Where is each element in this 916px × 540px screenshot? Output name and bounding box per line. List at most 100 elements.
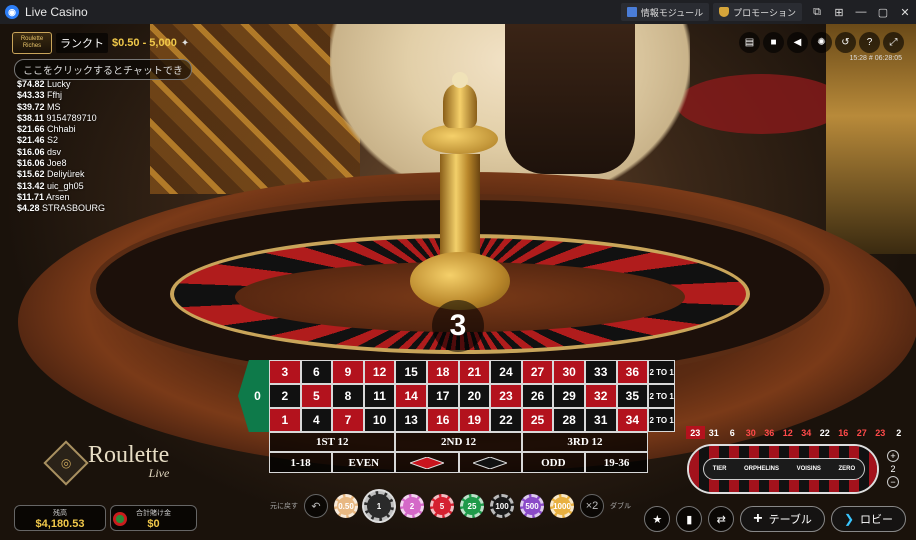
- bet-number-cell[interactable]: 34: [616, 408, 649, 432]
- plus-icon[interactable]: +: [887, 450, 899, 462]
- chip-0.50[interactable]: 0.50: [334, 494, 358, 518]
- bet-number-cell[interactable]: 31: [584, 408, 617, 432]
- racetrack-section[interactable]: VOISINS: [794, 466, 824, 472]
- rank-label[interactable]: ランクト: [56, 33, 108, 53]
- restore-icon[interactable]: ⧉: [806, 0, 828, 24]
- minimize-button[interactable]: —: [850, 0, 872, 24]
- favourite-star-icon[interactable]: ★: [644, 506, 671, 532]
- bet-number-cell[interactable]: 20: [458, 384, 491, 408]
- swap-icon[interactable]: ⇄: [708, 506, 735, 532]
- chip-1[interactable]: 1: [364, 491, 394, 521]
- bet-number-cell[interactable]: 35: [616, 384, 649, 408]
- bet-number-cell[interactable]: 17: [426, 384, 459, 408]
- recent-numbers[interactable]: 23 31 6 30 36 12 34 22 16 27 23 2: [686, 426, 908, 439]
- game-subtitle: Live: [148, 466, 170, 480]
- bet-number-cell[interactable]: 25: [521, 408, 554, 432]
- racetrack-section[interactable]: ZERO: [836, 466, 859, 472]
- sound-icon[interactable]: ◀: [787, 32, 808, 53]
- bet-outside[interactable]: EVEN: [332, 452, 396, 473]
- fullscreen-icon[interactable]: ⤢: [883, 32, 904, 53]
- bet-outside[interactable]: 19-36: [584, 452, 649, 473]
- bet-number-cell[interactable]: 3: [269, 360, 301, 384]
- winner-row: $74.82 Lucky: [17, 79, 105, 90]
- bet-black[interactable]: [458, 452, 522, 473]
- bet-number-cell[interactable]: 19: [458, 408, 491, 432]
- maximize-button[interactable]: ▢: [872, 0, 894, 24]
- bet-number-cell[interactable]: 28: [553, 408, 585, 432]
- bet-number-cell[interactable]: 15: [395, 360, 427, 384]
- bet-number-cell[interactable]: 11: [363, 384, 396, 408]
- recent-number: 23: [686, 426, 705, 439]
- winner-row: $43.33 Ffhj: [17, 90, 105, 101]
- bet-number-cell[interactable]: 6: [300, 360, 333, 384]
- undo-button[interactable]: ↶: [304, 494, 328, 518]
- chip-5[interactable]: 5: [430, 494, 454, 518]
- bet-number-cell[interactable]: 27: [521, 360, 554, 384]
- settings-icon[interactable]: ✺: [811, 32, 832, 53]
- bet-number-cell[interactable]: 14: [395, 384, 427, 408]
- chip-25[interactable]: 25: [460, 494, 484, 518]
- bet-dozen[interactable]: 2ND 12: [395, 432, 522, 452]
- bet-number-cell[interactable]: 24: [490, 360, 522, 384]
- bet-number-cell[interactable]: 2: [269, 384, 301, 408]
- help-icon[interactable]: ?: [859, 32, 880, 53]
- bet-number-cell[interactable]: 33: [584, 360, 617, 384]
- bet-number-cell[interactable]: 4: [300, 408, 333, 432]
- chat-input[interactable]: ここをクリックするとチャットでき: [14, 59, 192, 80]
- grid-icon[interactable]: ⊞: [828, 0, 850, 24]
- table-limits[interactable]: $0.50 - 5,000: [112, 37, 177, 49]
- game-module-button[interactable]: 情報モジュール: [620, 3, 710, 21]
- background-table: [676, 74, 846, 134]
- double-button[interactable]: ×2: [580, 494, 604, 518]
- chip-500[interactable]: 500: [520, 494, 544, 518]
- winner-amount: $4.28: [17, 203, 40, 214]
- bet-number-cell[interactable]: 9: [332, 360, 364, 384]
- lobby-button[interactable]: ❯ ロビー: [830, 506, 906, 532]
- bet-outside[interactable]: 1-18: [269, 452, 333, 473]
- bet-number-cell[interactable]: 21: [458, 360, 491, 384]
- bet-number-cell[interactable]: 5: [300, 384, 333, 408]
- bet-number-cell[interactable]: 7: [332, 408, 364, 432]
- racetrack-section[interactable]: TIER: [710, 466, 730, 472]
- promotion-button[interactable]: プロモーション: [713, 3, 802, 21]
- bet-number-cell[interactable]: 10: [363, 408, 396, 432]
- bet-number-cell[interactable]: 13: [395, 408, 427, 432]
- bet-number-cell[interactable]: 12: [363, 360, 396, 384]
- history-icon[interactable]: ↺: [835, 32, 856, 53]
- chip-2[interactable]: 2: [400, 494, 424, 518]
- winner-amount: $21.66: [17, 124, 45, 135]
- bet-outside[interactable]: ODD: [521, 452, 585, 473]
- racetrack[interactable]: TIER ORPHELINS VOISINS ZERO: [687, 444, 879, 494]
- statistics-icon[interactable]: ▮: [676, 506, 703, 532]
- bet-number-cell[interactable]: 29: [553, 384, 585, 408]
- bet-column[interactable]: 2 TO 1: [648, 408, 676, 432]
- bet-number-cell[interactable]: 36: [616, 360, 649, 384]
- add-table-button[interactable]: + テーブル: [740, 506, 825, 532]
- bet-number-cell[interactable]: 1: [269, 408, 301, 432]
- turret-top: [443, 84, 477, 128]
- chip-1000[interactable]: 1000: [550, 494, 574, 518]
- bet-number-cell[interactable]: 8: [332, 384, 364, 408]
- pin-icon[interactable]: ✦: [181, 38, 189, 49]
- video-icon[interactable]: ■: [763, 32, 784, 53]
- racetrack-section[interactable]: ORPHELINS: [741, 466, 782, 472]
- winner-name: STRASBOURG: [42, 203, 106, 214]
- bet-number-cell[interactable]: 30: [553, 360, 585, 384]
- bet-column[interactable]: 2 TO 1: [648, 384, 676, 408]
- chat-icon[interactable]: ▤: [739, 32, 760, 53]
- minus-icon[interactable]: −: [887, 476, 899, 488]
- chip-100[interactable]: 100: [490, 494, 514, 518]
- bet-number-cell[interactable]: 16: [426, 408, 459, 432]
- bet-number-cell[interactable]: 22: [490, 408, 522, 432]
- winner-name: Joe8: [47, 158, 67, 169]
- bet-number-cell[interactable]: 18: [426, 360, 459, 384]
- bet-number-cell[interactable]: 23: [490, 384, 522, 408]
- bet-column[interactable]: 2 TO 1: [648, 360, 676, 384]
- bet-dozen[interactable]: 1ST 12: [269, 432, 396, 452]
- bet-number-cell[interactable]: 26: [521, 384, 554, 408]
- bet-dozen[interactable]: 3RD 12: [521, 432, 649, 452]
- bet-red[interactable]: [395, 452, 459, 473]
- rank-header: Roulette Riches ランクト $0.50 - 5,000 ✦: [12, 32, 189, 54]
- close-button[interactable]: ✕: [894, 0, 916, 24]
- bet-number-cell[interactable]: 32: [584, 384, 617, 408]
